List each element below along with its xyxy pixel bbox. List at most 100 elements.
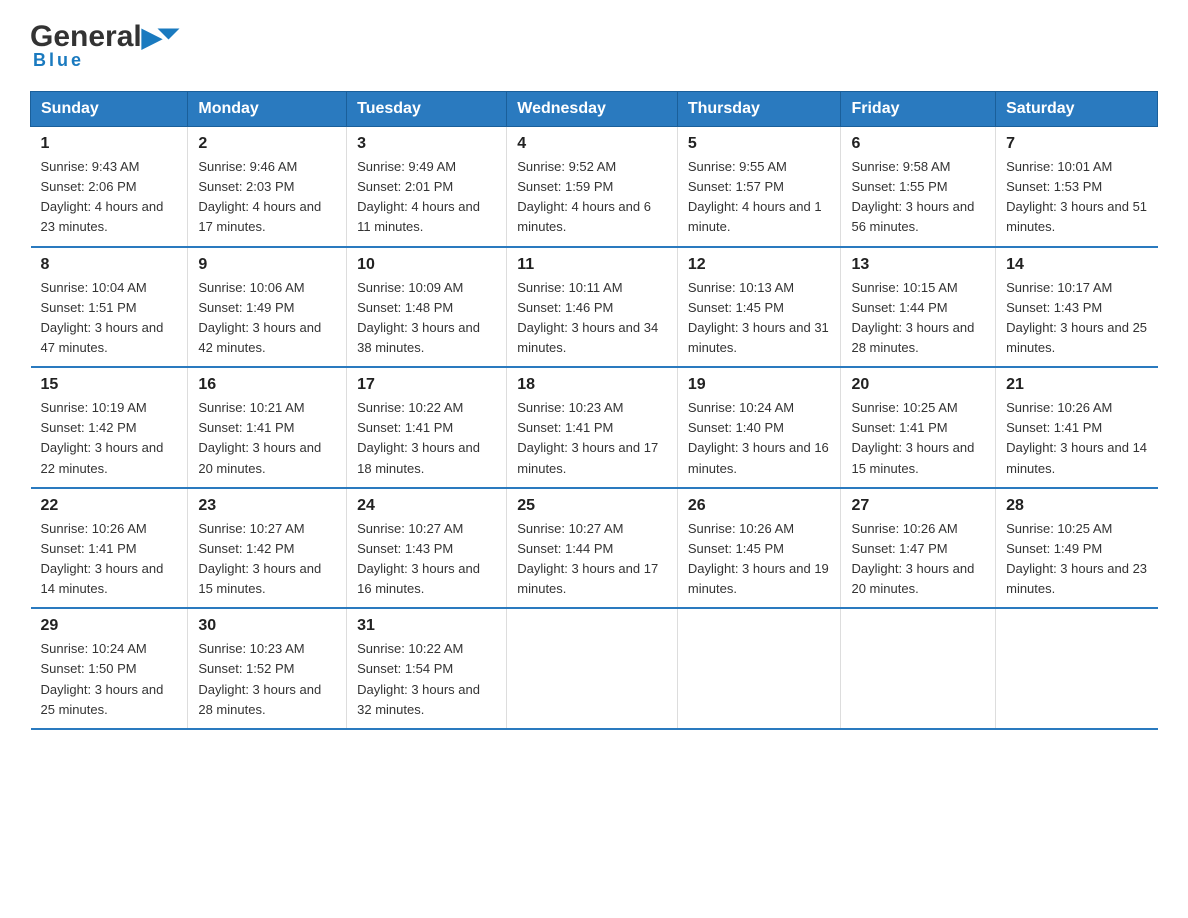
day-number: 24 xyxy=(357,497,496,515)
calendar-cell: 20Sunrise: 10:25 AMSunset: 1:41 PMDaylig… xyxy=(841,367,996,488)
day-number: 1 xyxy=(41,135,178,153)
day-info: Sunrise: 10:27 AMSunset: 1:42 PMDaylight… xyxy=(198,519,336,600)
weekday-header-friday: Friday xyxy=(841,92,996,127)
calendar-cell: 11 Sunrise: 10:11 AMSunset: 1:46 PMDaylig… xyxy=(507,247,678,368)
calendar-cell: 27 Sunrise: 10:26 AMSunset: 1:47 PMDaylig… xyxy=(841,488,996,609)
day-number: 2 xyxy=(198,135,336,153)
day-number: 23 xyxy=(198,497,336,515)
day-info: Sunrise: 10:13 AMSunset: 1:45 PMDaylight… xyxy=(688,278,831,359)
day-info: Sunrise: 10:17 AMSunset: 1:43 PMDaylight… xyxy=(1006,278,1147,359)
calendar-cell: 29 Sunrise: 10:24 AMSunset: 1:50 PMDaylig… xyxy=(31,608,188,729)
weekday-header-saturday: Saturday xyxy=(996,92,1158,127)
day-number: 16 xyxy=(198,376,336,394)
day-info: Sunrise: 10:21 AMSunset: 1:41 PMDaylight… xyxy=(198,398,336,479)
calendar-cell: 21Sunrise: 10:26 AMSunset: 1:41 PMDaylig… xyxy=(996,367,1158,488)
calendar-week-row: 8Sunrise: 10:04 AMSunset: 1:51 PMDayligh… xyxy=(31,247,1158,368)
calendar-cell: 2 Sunrise: 9:46 AMSunset: 2:03 PMDaylight… xyxy=(188,127,347,247)
day-number: 10 xyxy=(357,256,496,274)
day-number: 26 xyxy=(688,497,831,515)
day-number: 12 xyxy=(688,256,831,274)
weekday-header-thursday: Thursday xyxy=(677,92,841,127)
calendar-cell: 7 Sunrise: 10:01 AMSunset: 1:53 PMDayligh… xyxy=(996,127,1158,247)
day-info: Sunrise: 10:19 AMSunset: 1:42 PMDaylight… xyxy=(41,398,178,479)
day-number: 6 xyxy=(851,135,985,153)
logo-text: General▶ xyxy=(30,20,162,54)
day-info: Sunrise: 10:25 AMSunset: 1:49 PMDaylight… xyxy=(1006,519,1147,600)
day-number: 29 xyxy=(41,617,178,635)
day-info: Sunrise: 10:22 AMSunset: 1:41 PMDaylight… xyxy=(357,398,496,479)
day-number: 15 xyxy=(41,376,178,394)
calendar-week-row: 15 Sunrise: 10:19 AMSunset: 1:42 PMDaylig… xyxy=(31,367,1158,488)
day-info: Sunrise: 9:55 AMSunset: 1:57 PMDaylight:… xyxy=(688,157,831,238)
calendar-cell: 30 Sunrise: 10:23 AMSunset: 1:52 PMDaylig… xyxy=(188,608,347,729)
calendar-week-row: 29 Sunrise: 10:24 AMSunset: 1:50 PMDaylig… xyxy=(31,608,1158,729)
day-number: 5 xyxy=(688,135,831,153)
weekday-header-monday: Monday xyxy=(188,92,347,127)
calendar-week-row: 1 Sunrise: 9:43 AMSunset: 2:06 PMDaylight… xyxy=(31,127,1158,247)
calendar-cell: 9 Sunrise: 10:06 AMSunset: 1:49 PMDayligh… xyxy=(188,247,347,368)
day-number: 30 xyxy=(198,617,336,635)
day-number: 4 xyxy=(517,135,667,153)
calendar-cell: 5 Sunrise: 9:55 AMSunset: 1:57 PMDaylight… xyxy=(677,127,841,247)
day-info: Sunrise: 10:06 AMSunset: 1:49 PMDaylight… xyxy=(198,278,336,359)
calendar-cell: 6 Sunrise: 9:58 AMSunset: 1:55 PMDaylight… xyxy=(841,127,996,247)
calendar-cell: 4Sunrise: 9:52 AMSunset: 1:59 PMDaylight… xyxy=(507,127,678,247)
weekday-header-tuesday: Tuesday xyxy=(347,92,507,127)
calendar-cell: 10 Sunrise: 10:09 AMSunset: 1:48 PMDaylig… xyxy=(347,247,507,368)
day-info: Sunrise: 10:26 AMSunset: 1:47 PMDaylight… xyxy=(851,519,985,600)
day-info: Sunrise: 10:01 AMSunset: 1:53 PMDaylight… xyxy=(1006,157,1147,238)
day-info: Sunrise: 10:11 AMSunset: 1:46 PMDaylight… xyxy=(517,278,667,359)
calendar-cell: 16 Sunrise: 10:21 AMSunset: 1:41 PMDaylig… xyxy=(188,367,347,488)
day-number: 27 xyxy=(851,497,985,515)
day-number: 11 xyxy=(517,256,667,274)
calendar-cell: 31 Sunrise: 10:22 AMSunset: 1:54 PMDaylig… xyxy=(347,608,507,729)
calendar-cell: 1 Sunrise: 9:43 AMSunset: 2:06 PMDaylight… xyxy=(31,127,188,247)
day-number: 25 xyxy=(517,497,667,515)
day-number: 13 xyxy=(851,256,985,274)
calendar-cell xyxy=(996,608,1158,729)
day-info: Sunrise: 10:15 AMSunset: 1:44 PMDaylight… xyxy=(851,278,985,359)
calendar-cell: 23 Sunrise: 10:27 AMSunset: 1:42 PMDaylig… xyxy=(188,488,347,609)
calendar-cell: 26 Sunrise: 10:26 AMSunset: 1:45 PMDaylig… xyxy=(677,488,841,609)
logo: General▶ Blue xyxy=(30,20,174,71)
weekday-header-row: SundayMondayTuesdayWednesdayThursdayFrid… xyxy=(31,92,1158,127)
day-info: Sunrise: 10:24 AMSunset: 1:50 PMDaylight… xyxy=(41,639,178,720)
calendar-cell xyxy=(841,608,996,729)
calendar-cell: 14Sunrise: 10:17 AMSunset: 1:43 PMDaylig… xyxy=(996,247,1158,368)
page-header: General▶ Blue xyxy=(30,20,1158,71)
calendar-table: SundayMondayTuesdayWednesdayThursdayFrid… xyxy=(30,91,1158,730)
calendar-cell: 24Sunrise: 10:27 AMSunset: 1:43 PMDaylig… xyxy=(347,488,507,609)
calendar-cell: 15 Sunrise: 10:19 AMSunset: 1:42 PMDaylig… xyxy=(31,367,188,488)
calendar-cell: 13 Sunrise: 10:15 AMSunset: 1:44 PMDaylig… xyxy=(841,247,996,368)
day-info: Sunrise: 10:22 AMSunset: 1:54 PMDaylight… xyxy=(357,639,496,720)
day-info: Sunrise: 9:49 AMSunset: 2:01 PMDaylight:… xyxy=(357,157,496,238)
day-number: 20 xyxy=(851,376,985,394)
calendar-week-row: 22Sunrise: 10:26 AMSunset: 1:41 PMDaylig… xyxy=(31,488,1158,609)
calendar-cell: 3 Sunrise: 9:49 AMSunset: 2:01 PMDaylight… xyxy=(347,127,507,247)
weekday-header-wednesday: Wednesday xyxy=(507,92,678,127)
calendar-cell: 25 Sunrise: 10:27 AMSunset: 1:44 PMDaylig… xyxy=(507,488,678,609)
day-info: Sunrise: 10:24 AMSunset: 1:40 PMDaylight… xyxy=(688,398,831,479)
calendar-cell: 17 Sunrise: 10:22 AMSunset: 1:41 PMDaylig… xyxy=(347,367,507,488)
day-number: 9 xyxy=(198,256,336,274)
day-info: Sunrise: 10:09 AMSunset: 1:48 PMDaylight… xyxy=(357,278,496,359)
day-info: Sunrise: 10:23 AMSunset: 1:52 PMDaylight… xyxy=(198,639,336,720)
day-number: 7 xyxy=(1006,135,1147,153)
day-number: 17 xyxy=(357,376,496,394)
day-info: Sunrise: 9:43 AMSunset: 2:06 PMDaylight:… xyxy=(41,157,178,238)
day-info: Sunrise: 10:26 AMSunset: 1:41 PMDaylight… xyxy=(41,519,178,600)
calendar-cell: 28Sunrise: 10:25 AMSunset: 1:49 PMDaylig… xyxy=(996,488,1158,609)
day-number: 8 xyxy=(41,256,178,274)
day-info: Sunrise: 10:23 AMSunset: 1:41 PMDaylight… xyxy=(517,398,667,479)
day-number: 3 xyxy=(357,135,496,153)
logo-arrow-icon xyxy=(157,29,179,40)
day-number: 31 xyxy=(357,617,496,635)
day-info: Sunrise: 9:58 AMSunset: 1:55 PMDaylight:… xyxy=(851,157,985,238)
day-info: Sunrise: 10:27 AMSunset: 1:44 PMDaylight… xyxy=(517,519,667,600)
day-info: Sunrise: 10:26 AMSunset: 1:45 PMDaylight… xyxy=(688,519,831,600)
day-info: Sunrise: 9:46 AMSunset: 2:03 PMDaylight:… xyxy=(198,157,336,238)
calendar-cell: 12 Sunrise: 10:13 AMSunset: 1:45 PMDaylig… xyxy=(677,247,841,368)
calendar-cell: 8Sunrise: 10:04 AMSunset: 1:51 PMDayligh… xyxy=(31,247,188,368)
day-number: 21 xyxy=(1006,376,1147,394)
calendar-cell xyxy=(677,608,841,729)
